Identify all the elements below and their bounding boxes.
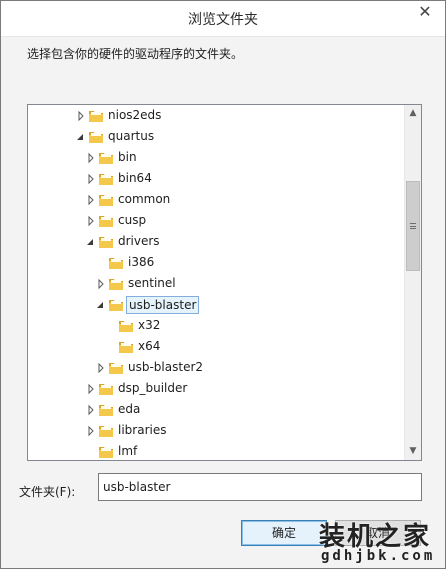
dialog-title: 浏览文件夹 bbox=[188, 12, 258, 28]
tree-item-label: libraries bbox=[118, 423, 167, 437]
browse-folder-dialog: 浏览文件夹 ✕ 选择包含你的硬件的驱动程序的文件夹。 nios2eds quart… bbox=[0, 0, 446, 569]
folder-icon bbox=[108, 297, 124, 313]
expand-arrow-icon[interactable] bbox=[76, 109, 86, 123]
tree-item[interactable]: lmf bbox=[28, 442, 404, 460]
folder-icon bbox=[88, 129, 104, 145]
tree-item[interactable]: cusp bbox=[28, 211, 404, 232]
tree-item-label: sentinel bbox=[128, 276, 176, 290]
tree-item[interactable]: bin64 bbox=[28, 169, 404, 190]
vertical-scrollbar[interactable]: ▲ ▼ bbox=[404, 105, 421, 460]
tree-item[interactable]: x32 bbox=[28, 316, 404, 337]
folder-icon bbox=[108, 276, 124, 292]
folder-icon bbox=[98, 444, 114, 460]
folder-icon bbox=[108, 255, 124, 271]
tree-item[interactable]: quartus bbox=[28, 127, 404, 148]
folder-tree-content: nios2eds quartus bin bin64 common cusp drivers… bbox=[28, 105, 404, 460]
tree-item[interactable]: bin bbox=[28, 148, 404, 169]
expand-arrow-icon[interactable] bbox=[86, 193, 96, 207]
folder-icon bbox=[98, 150, 114, 166]
close-button[interactable]: ✕ bbox=[411, 1, 439, 23]
tree-item[interactable]: usb-blaster bbox=[28, 295, 404, 316]
folder-icon bbox=[98, 213, 114, 229]
tree-item[interactable]: nios2eds bbox=[28, 106, 404, 127]
collapse-arrow-icon[interactable] bbox=[96, 298, 106, 312]
tree-item[interactable]: usb-blaster2 bbox=[28, 358, 404, 379]
tree-item[interactable]: sentinel bbox=[28, 274, 404, 295]
folder-tree[interactable]: nios2eds quartus bin bin64 common cusp drivers… bbox=[27, 104, 422, 461]
tree-item-label: eda bbox=[118, 402, 141, 416]
ok-button[interactable]: 确定 bbox=[241, 520, 327, 546]
folder-field-label: 文件夹(F): bbox=[19, 485, 76, 499]
expand-arrow-icon[interactable] bbox=[86, 214, 96, 228]
tree-item[interactable]: drivers bbox=[28, 232, 404, 253]
folder-icon bbox=[118, 339, 134, 355]
expand-arrow-icon[interactable] bbox=[86, 403, 96, 417]
folder-input[interactable] bbox=[98, 473, 422, 501]
collapse-arrow-icon[interactable] bbox=[76, 130, 86, 144]
tree-item[interactable]: eda bbox=[28, 400, 404, 421]
tree-item-label: cusp bbox=[118, 213, 147, 227]
tree-item-label: lmf bbox=[118, 444, 138, 458]
expand-arrow-icon[interactable] bbox=[86, 382, 96, 396]
folder-icon bbox=[118, 318, 134, 334]
folder-icon bbox=[98, 171, 114, 187]
folder-icon bbox=[108, 360, 124, 376]
expand-arrow-icon[interactable] bbox=[86, 151, 96, 165]
tree-item-label: dsp_builder bbox=[118, 381, 188, 395]
expand-arrow-icon[interactable] bbox=[86, 424, 96, 438]
watermark-sub-text: gdhjbk.com bbox=[321, 548, 436, 564]
folder-icon bbox=[98, 192, 114, 208]
folder-icon bbox=[98, 402, 114, 418]
tree-item-label: bin64 bbox=[118, 171, 152, 185]
expand-arrow-icon[interactable] bbox=[96, 361, 106, 375]
tree-item-label: common bbox=[118, 192, 171, 206]
tree-item-label: x64 bbox=[138, 339, 161, 353]
tree-item-label: quartus bbox=[108, 129, 155, 143]
scroll-down-arrow-icon[interactable]: ▼ bbox=[405, 443, 421, 460]
folder-icon bbox=[88, 108, 104, 124]
folder-icon bbox=[98, 381, 114, 397]
collapse-arrow-icon[interactable] bbox=[86, 235, 96, 249]
scroll-thumb[interactable] bbox=[406, 181, 420, 271]
folder-icon bbox=[98, 423, 114, 439]
expand-arrow-icon[interactable] bbox=[86, 172, 96, 186]
tree-item-label: x32 bbox=[138, 318, 161, 332]
grip-icon bbox=[410, 223, 416, 229]
tree-item-label: nios2eds bbox=[108, 108, 162, 122]
tree-item-label: drivers bbox=[118, 234, 160, 248]
expand-arrow-icon[interactable] bbox=[96, 277, 106, 291]
folder-icon bbox=[98, 234, 114, 250]
cancel-button[interactable]: 取消 bbox=[335, 520, 421, 546]
instruction-text: 选择包含你的硬件的驱动程序的文件夹。 bbox=[27, 47, 244, 61]
tree-item-label: usb-blaster bbox=[126, 296, 200, 314]
scroll-up-arrow-icon[interactable]: ▲ bbox=[405, 105, 421, 122]
title-bar: 浏览文件夹 ✕ bbox=[1, 1, 445, 37]
tree-item[interactable]: x64 bbox=[28, 337, 404, 358]
tree-item[interactable]: dsp_builder bbox=[28, 379, 404, 400]
tree-item[interactable]: i386 bbox=[28, 253, 404, 274]
tree-item[interactable]: common bbox=[28, 190, 404, 211]
tree-item-label: bin bbox=[118, 150, 137, 164]
tree-item[interactable]: libraries bbox=[28, 421, 404, 442]
tree-item-label: usb-blaster2 bbox=[128, 360, 204, 374]
tree-item-label: i386 bbox=[128, 255, 155, 269]
